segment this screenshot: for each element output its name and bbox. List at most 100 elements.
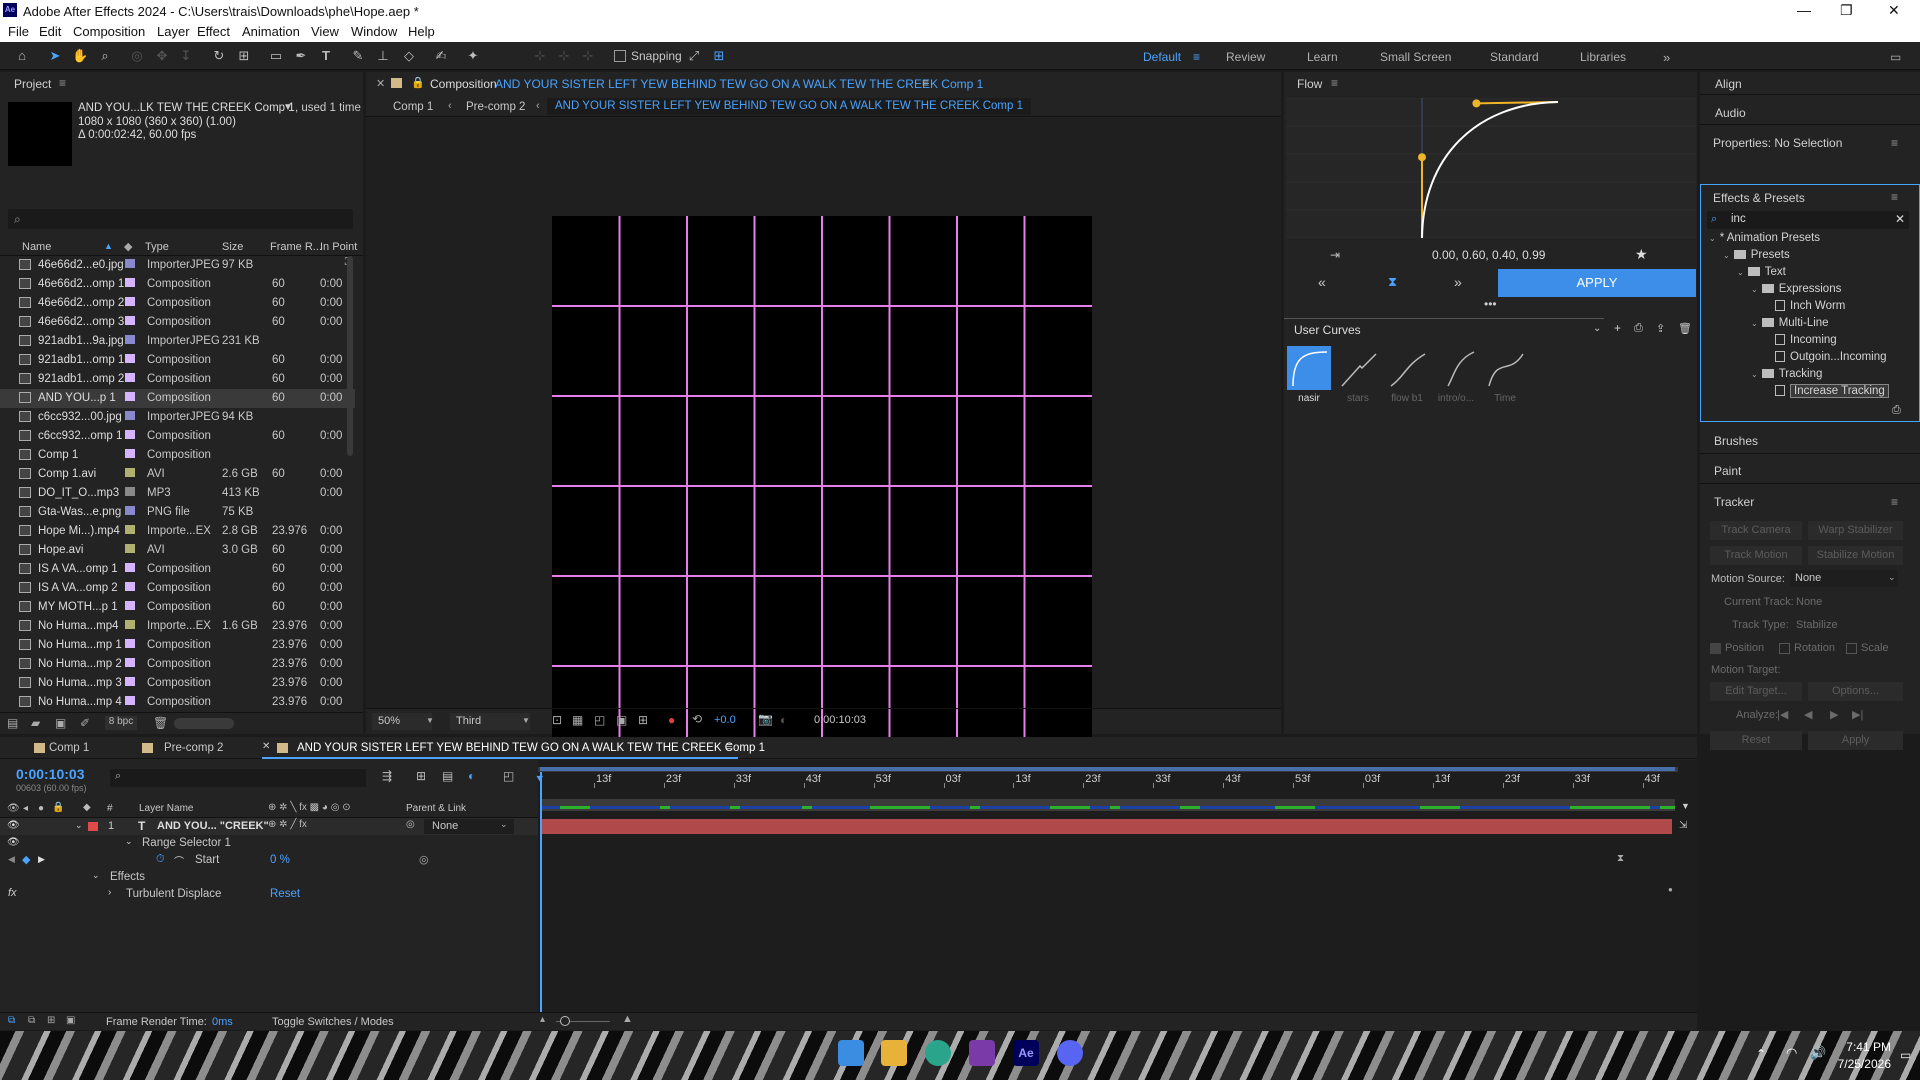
- chevron-down-icon[interactable]: ▼: [283, 102, 293, 113]
- comp-marker-bin-icon[interactable]: ▼: [1681, 801, 1690, 811]
- brushes-panel-title[interactable]: Brushes: [1714, 434, 1758, 448]
- edge-browser-icon[interactable]: [925, 1040, 951, 1066]
- next-keyframe-icon[interactable]: ▶: [38, 854, 45, 865]
- save-curve-icon[interactable]: ⎙: [1634, 322, 1643, 335]
- pan-tool-icon[interactable]: ✥: [154, 48, 170, 64]
- orbit-tool-icon[interactable]: ◎: [129, 48, 145, 64]
- project-item-row[interactable]: 921adb1...omp 1 Composition 60 0:00: [0, 351, 355, 370]
- snap-features-icon[interactable]: ⊞: [711, 48, 727, 64]
- comp-viewer[interactable]: [366, 118, 1281, 756]
- workspace-standard[interactable]: Standard: [1490, 50, 1539, 64]
- project-item-row[interactable]: c6cc932...00.jpg ImporterJPEG 94 KB: [0, 408, 355, 427]
- align-panel-title[interactable]: Align: [1715, 77, 1742, 91]
- prev-curve-icon[interactable]: «: [1318, 274, 1326, 290]
- item-label-color[interactable]: [125, 335, 135, 344]
- item-label-color[interactable]: [125, 297, 135, 306]
- project-item-row[interactable]: Hope Mi...).mp4 Importe...EX 2.8 GB 23.976 0…: [0, 522, 355, 541]
- pick-whip-icon[interactable]: ◎: [406, 819, 415, 830]
- minimize-icon[interactable]: —: [1797, 2, 1811, 18]
- import-curve-icon[interactable]: ⇥: [1330, 248, 1340, 262]
- start-value[interactable]: 0 %: [270, 854, 290, 866]
- curve-preset-thumb[interactable]: [1483, 346, 1527, 390]
- col-layer-name[interactable]: Layer Name: [139, 803, 193, 814]
- project-item-row[interactable]: No Huma...mp 3 Composition 23.976 0:00: [0, 674, 355, 693]
- menu-animation[interactable]: Animation: [242, 24, 300, 39]
- axis-view-icon[interactable]: ⊹: [580, 48, 596, 64]
- menu-layer[interactable]: Layer: [157, 24, 190, 39]
- ease-mode-icon[interactable]: ⧗: [1388, 274, 1397, 290]
- new-comp-icon[interactable]: ▣: [55, 716, 66, 730]
- analyze-back-icon[interactable]: |◀: [1777, 708, 1788, 721]
- project-item-row[interactable]: 921adb1...omp 2 Composition 60 0:00: [0, 370, 355, 389]
- col-frame-rate[interactable]: Frame R...: [270, 241, 322, 253]
- comp-canvas[interactable]: [552, 216, 1092, 756]
- effects-menu-icon[interactable]: ≡: [1891, 190, 1898, 204]
- workspace-learn[interactable]: Learn: [1307, 50, 1338, 64]
- workspace-default[interactable]: Default: [1143, 50, 1181, 64]
- trash-icon[interactable]: 🗑: [153, 716, 168, 730]
- comp-panel-name[interactable]: AND YOUR SISTER LEFT YEW BEHIND TEW GO O…: [495, 77, 983, 91]
- motion-source-dropdown[interactable]: None: [1790, 570, 1898, 587]
- discord-icon[interactable]: [1057, 1040, 1083, 1066]
- hand-tool-icon[interactable]: ✋: [72, 48, 88, 64]
- item-label-color[interactable]: [125, 430, 135, 439]
- file-explorer-icon[interactable]: [881, 1040, 907, 1066]
- project-item-row[interactable]: MY MOTH...p 1 Composition 60 0:00: [0, 598, 355, 617]
- delete-curve-icon[interactable]: 🗑: [1678, 322, 1692, 335]
- item-label-color[interactable]: [125, 468, 135, 477]
- effects-tree-item[interactable]: Inch Worm: [1765, 300, 1845, 317]
- new-preset-icon[interactable]: ⎙: [1892, 404, 1901, 417]
- more-options-icon[interactable]: •••: [1484, 297, 1497, 311]
- next-curve-icon[interactable]: »: [1454, 274, 1462, 290]
- project-settings-icon[interactable]: ✐: [80, 716, 90, 730]
- comp-flowchart-icon[interactable]: ⇶: [382, 769, 392, 783]
- edit-target-button[interactable]: Edit Target...: [1710, 682, 1802, 701]
- turbulent-displace-row[interactable]: fx › Turbulent Displace Reset: [0, 886, 538, 903]
- keyframe-icon[interactable]: ⧗: [1617, 853, 1624, 864]
- stabilize-motion-button[interactable]: Stabilize Motion: [1808, 546, 1903, 565]
- twirl-open-icon[interactable]: ⌄: [125, 836, 133, 847]
- anchor-tool-icon[interactable]: ⊞: [236, 48, 252, 64]
- project-item-row[interactable]: Comp 1 Composition: [0, 446, 355, 465]
- tab-active-comp[interactable]: AND YOUR SISTER LEFT YEW BEHIND TEW GO O…: [297, 742, 765, 754]
- curve-preset-thumb[interactable]: [1434, 346, 1478, 390]
- sort-ascending-icon[interactable]: ▲: [104, 241, 113, 251]
- workspace-menu-icon[interactable]: ≡: [1193, 50, 1200, 64]
- workspace-libraries[interactable]: Libraries: [1580, 50, 1626, 64]
- interpret-footage-icon[interactable]: ▤: [7, 716, 18, 730]
- mask-visibility-icon[interactable]: ◰: [594, 713, 605, 727]
- project-item-row[interactable]: Comp 1.avi AVI 2.6 GB 60 0:00: [0, 465, 355, 484]
- item-label-color[interactable]: [125, 639, 135, 648]
- layer-name[interactable]: AND YOU... "CREEK": [157, 820, 269, 832]
- timeline-search-input[interactable]: ⌕: [110, 769, 366, 787]
- project-item-row[interactable]: 921adb1...9a.jpg ImporterJPEG 231 KB: [0, 332, 355, 351]
- layer-end-icon[interactable]: ⇲: [1679, 820, 1687, 831]
- flow-menu-icon[interactable]: ≡: [1331, 76, 1338, 90]
- analyze-back-frame-icon[interactable]: ◀: [1804, 708, 1812, 721]
- more-workspaces-icon[interactable]: »: [1663, 50, 1670, 65]
- effects-tree-item[interactable]: Increase Tracking: [1765, 384, 1889, 402]
- roto-brush-icon[interactable]: ✍: [433, 48, 449, 64]
- flow-curve-graph[interactable]: [1286, 98, 1696, 238]
- eye-icon[interactable]: 👁: [7, 820, 20, 831]
- zoom-in-icon[interactable]: ▲: [622, 1013, 633, 1025]
- notifications-icon[interactable]: ▭: [1900, 1048, 1911, 1062]
- project-item-row[interactable]: Hope.avi AVI 3.0 GB 60 0:00: [0, 541, 355, 560]
- project-item-row[interactable]: IS A VA...omp 2 Composition 60 0:00: [0, 579, 355, 598]
- twirl-closed-icon[interactable]: ›: [108, 887, 111, 898]
- reset-exposure-icon[interactable]: ⟲: [692, 712, 702, 726]
- effects-presets-title[interactable]: Effects & Presets: [1713, 191, 1805, 205]
- analyze-forward-icon[interactable]: ▶: [1830, 708, 1838, 721]
- project-item-row[interactable]: No Huma...mp4 Importe...EX 1.6 GB 23.976 0:0…: [0, 617, 355, 636]
- position-checkbox[interactable]: [1710, 643, 1721, 654]
- item-label-color[interactable]: [125, 582, 135, 591]
- clock-date[interactable]: 7/25/2026: [1834, 1057, 1891, 1071]
- menu-file[interactable]: File: [8, 24, 29, 39]
- pen-tool-icon[interactable]: ✒: [293, 48, 309, 64]
- graph-icon[interactable]: ⌒: [174, 853, 184, 868]
- layer-label-color[interactable]: [88, 822, 98, 831]
- rectangle-tool-icon[interactable]: ▭: [268, 48, 284, 64]
- track-motion-button[interactable]: Track Motion: [1710, 546, 1802, 565]
- menu-view[interactable]: View: [311, 24, 339, 39]
- curve-preset-thumb[interactable]: [1385, 346, 1429, 390]
